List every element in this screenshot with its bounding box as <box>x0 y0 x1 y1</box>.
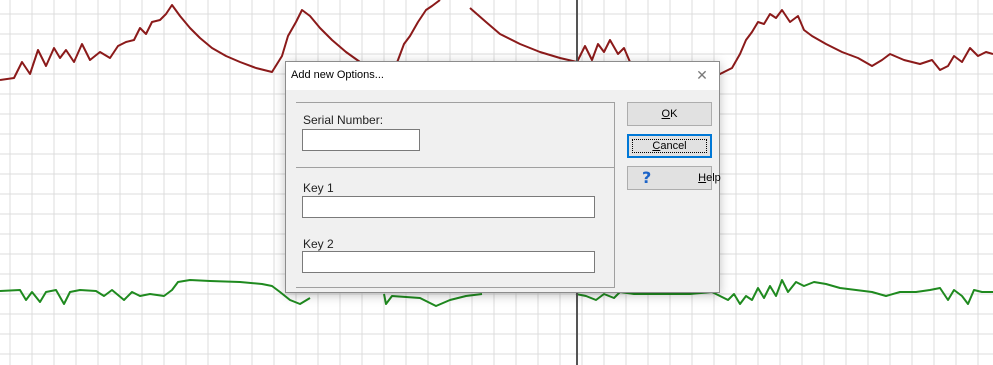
dialog-client-area: Serial Number: Key 1 Key 2 OK Cancel ? H… <box>286 90 721 292</box>
key1-label: Key 1 <box>303 181 334 195</box>
group-border-bottom <box>296 287 615 288</box>
help-button[interactable]: ? Help <box>627 166 721 190</box>
ok-button-label: OK <box>662 108 678 120</box>
close-icon[interactable]: ✕ <box>691 64 713 86</box>
key2-label: Key 2 <box>303 237 334 251</box>
cancel-button[interactable]: Cancel <box>627 134 712 158</box>
help-question-icon: ? <box>642 168 652 187</box>
key2-input[interactable] <box>302 251 595 273</box>
bottom-trace <box>0 279 311 305</box>
help-mnemonic: H <box>698 172 707 184</box>
cancel-label-rest: ancel <box>660 140 687 152</box>
help-label-rest: elp <box>706 172 721 184</box>
ok-mnemonic: O <box>661 108 671 120</box>
serial-number-input[interactable] <box>302 129 420 151</box>
ok-button[interactable]: OK <box>627 102 712 126</box>
cancel-button-label: Cancel <box>652 140 686 152</box>
group-border-right <box>614 102 615 288</box>
dialog-title: Add new Options... <box>291 69 384 81</box>
help-button-label: Help <box>698 172 721 184</box>
dialog-titlebar[interactable]: Add new Options... ✕ <box>286 62 719 90</box>
serial-number-label: Serial Number: <box>303 113 384 127</box>
key1-input[interactable] <box>302 196 595 218</box>
add-options-dialog: Add new Options... ✕ Serial Number: Key … <box>285 61 721 293</box>
ok-label-rest: K <box>670 108 678 120</box>
bottom-trace-mid <box>383 293 483 307</box>
